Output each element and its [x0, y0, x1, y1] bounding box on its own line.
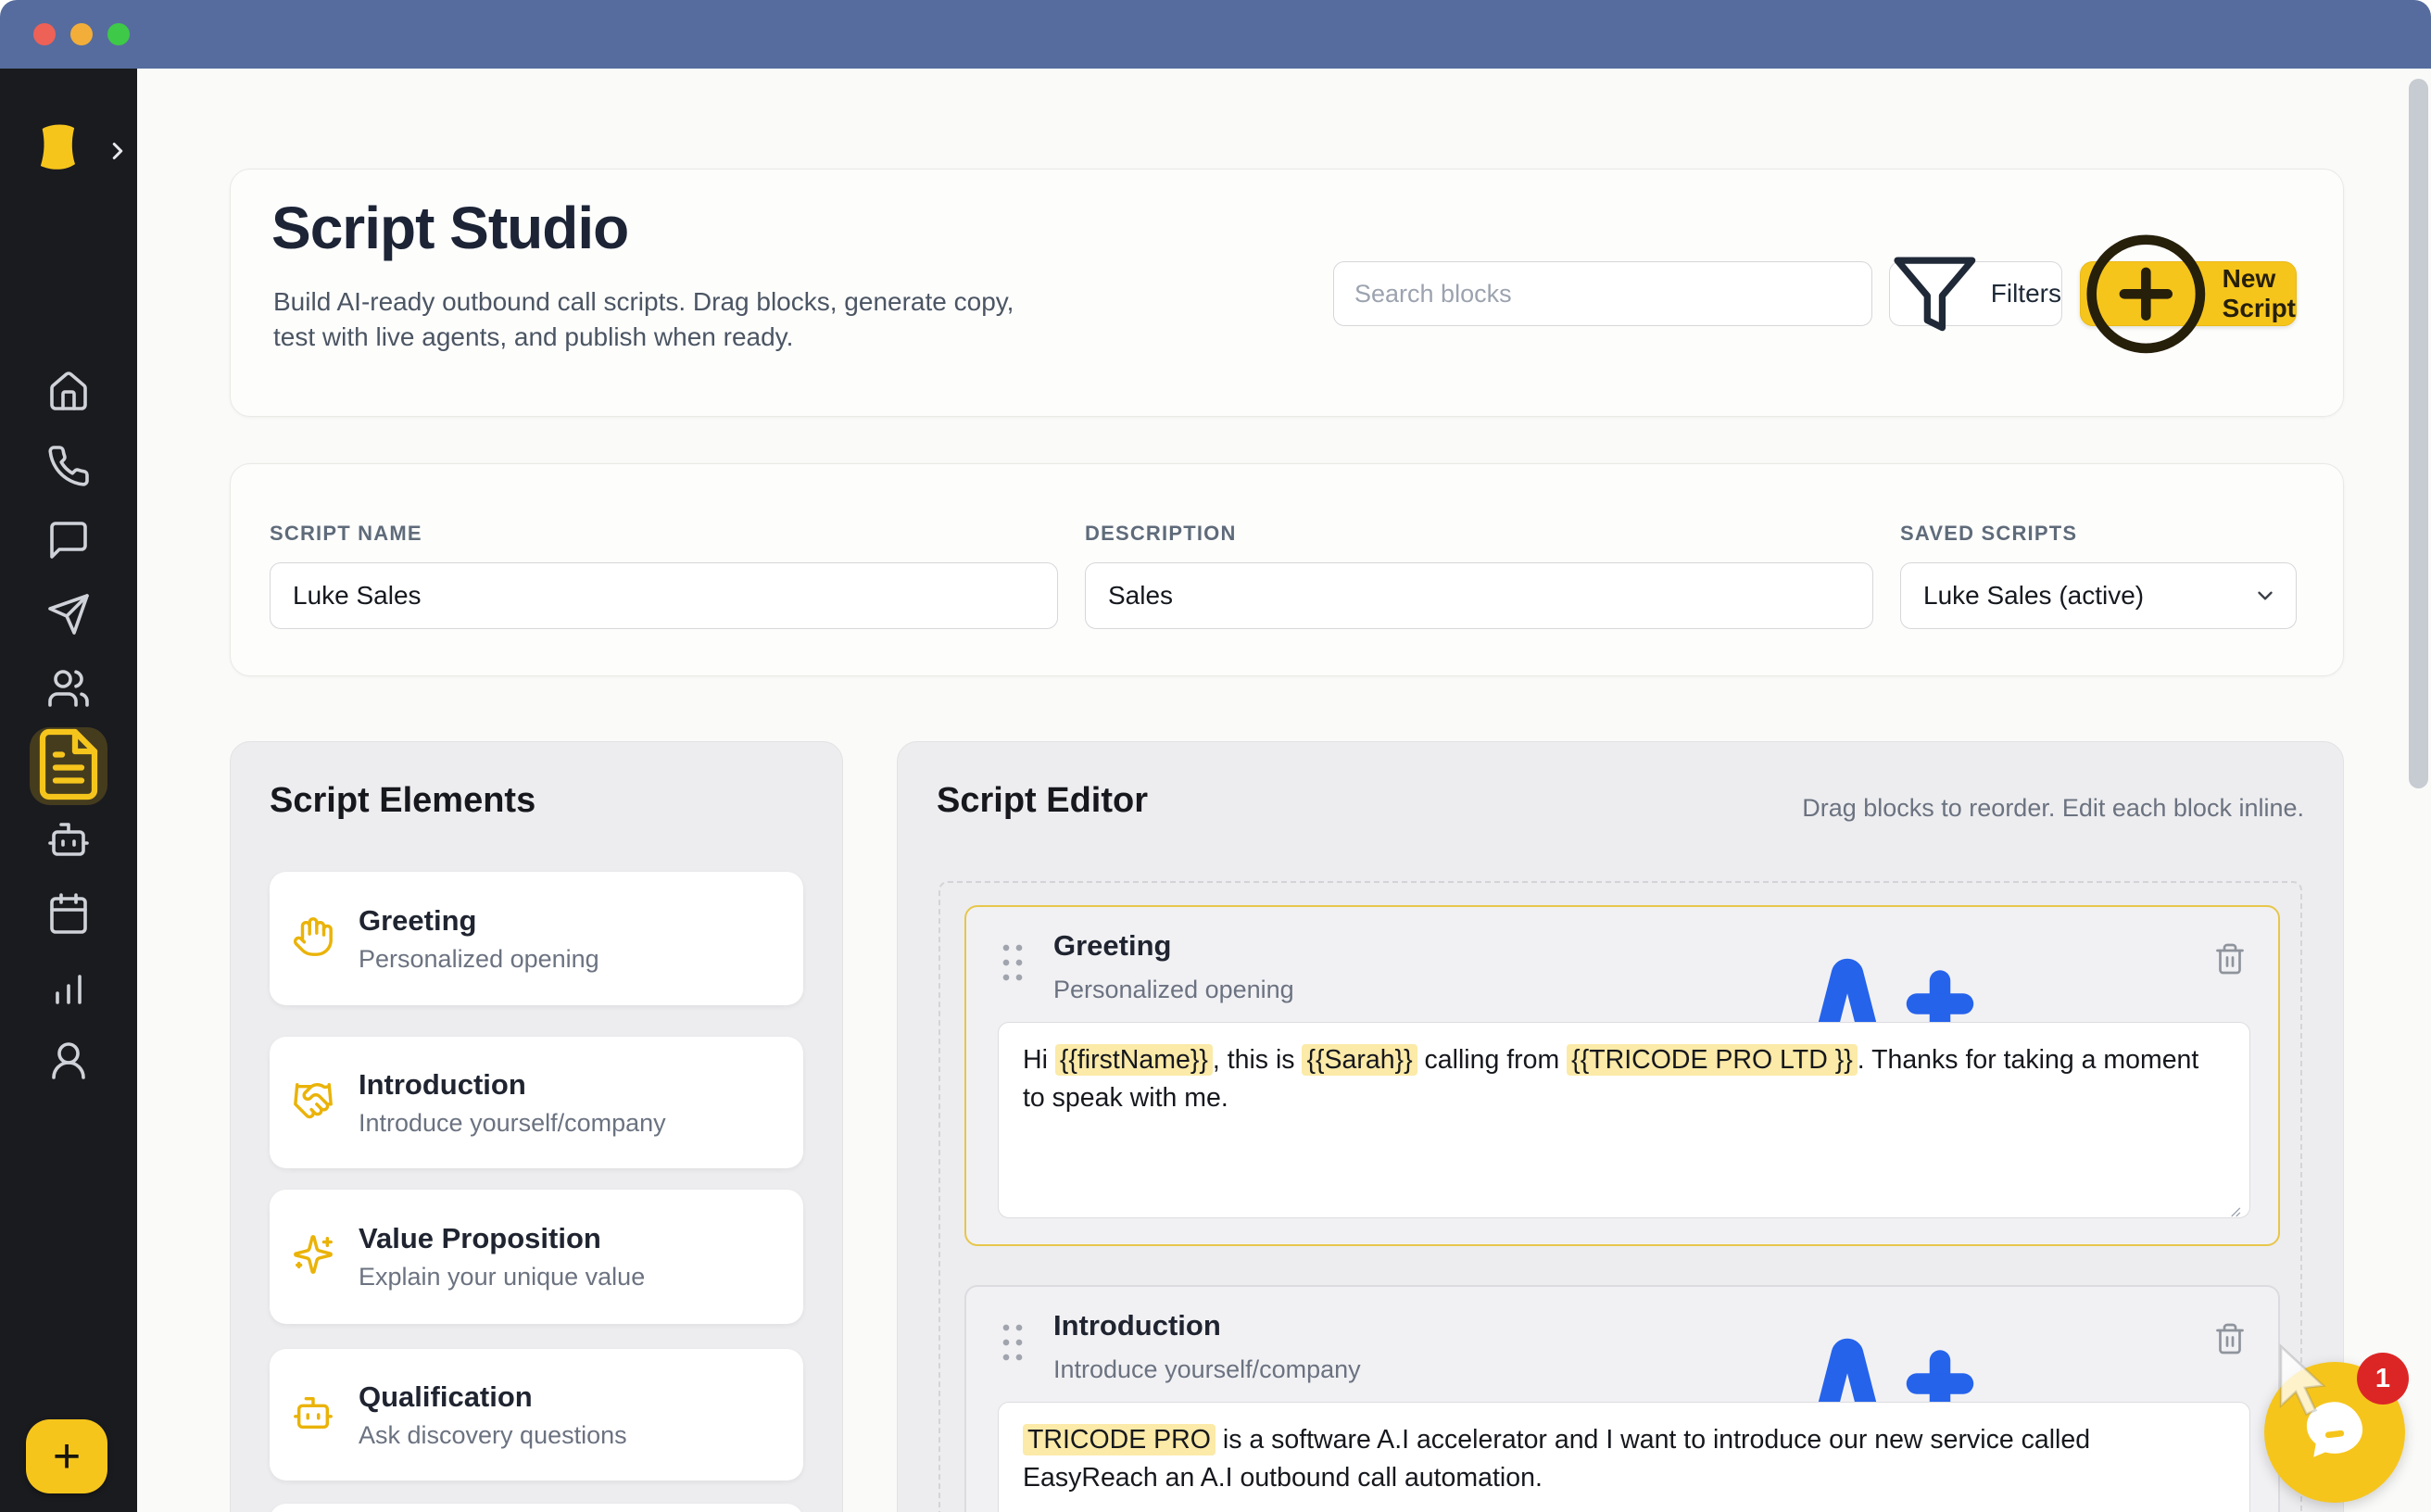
delete-block-button[interactable]: [2213, 1322, 2247, 1355]
zoom-window-button[interactable]: [107, 23, 130, 45]
bot-icon: [46, 817, 91, 866]
drag-handle-icon[interactable]: [1000, 940, 1025, 984]
element-card-greeting[interactable]: Greeting Personalized opening: [270, 872, 803, 1005]
main-content: Script Studio Build AI-ready outbound ca…: [137, 69, 2431, 1512]
filter-funnel-icon: [1890, 249, 1980, 339]
resize-handle-icon[interactable]: [2223, 1191, 2242, 1210]
trash-icon: [2213, 1343, 2247, 1359]
sidebar-add-button[interactable]: +: [26, 1419, 107, 1493]
saved-scripts-value: Luke Sales (active): [1923, 581, 2144, 611]
sparkles-icon: [292, 1233, 334, 1280]
plus-icon: +: [53, 1429, 81, 1484]
sidebar-item-calendar[interactable]: [46, 893, 91, 938]
bar-chart-icon: [46, 965, 91, 1014]
sidebar-item-analytics[interactable]: [46, 967, 91, 1012]
block-subtitle: Personalized opening: [1053, 976, 1294, 1004]
block-textarea[interactable]: Hi {{firstName}}, this is {{Sarah}} call…: [998, 1022, 2250, 1218]
script-name-input[interactable]: [270, 562, 1058, 629]
script-document-icon: [30, 725, 107, 808]
script-editor-panel: Script Editor Drag blocks to reorder. Ed…: [897, 741, 2344, 1512]
page-header-card: Script Studio Build AI-ready outbound ca…: [230, 169, 2344, 417]
user-icon: [46, 1039, 91, 1088]
element-title: Value Proposition: [359, 1222, 645, 1255]
sidebar-item-agents[interactable]: [46, 819, 91, 863]
script-meta-card: SCRIPT NAME DESCRIPTION SAVED SCRIPTS Lu…: [230, 463, 2344, 676]
sidebar-item-scripts-active[interactable]: [30, 727, 107, 805]
chat-widget-button[interactable]: 1: [2264, 1362, 2405, 1503]
script-editor-title: Script Editor: [937, 781, 1148, 821]
scrollbar-thumb[interactable]: [2409, 79, 2428, 788]
saved-scripts-select[interactable]: Luke Sales (active): [1900, 562, 2297, 629]
chevron-down-icon: [2253, 584, 2277, 608]
sidebar-item-profile[interactable]: [46, 1040, 91, 1085]
app-window: + Script Studio Build AI-ready outbound …: [0, 0, 2431, 1512]
element-card-qualification[interactable]: Qualification Ask discovery questions: [270, 1349, 803, 1480]
saved-scripts-label: SAVED SCRIPTS: [1900, 522, 2077, 546]
new-script-button[interactable]: New Script: [2080, 261, 2297, 326]
plus-circle-icon: [2081, 229, 2211, 359]
editor-block-greeting[interactable]: Greeting Personalized opening Refine wit…: [964, 905, 2280, 1246]
delete-block-button[interactable]: [2213, 942, 2247, 976]
window-titlebar: [0, 0, 2431, 69]
send-icon: [46, 592, 91, 641]
element-subtitle: Introduce yourself/company: [359, 1109, 666, 1138]
drag-handle-icon[interactable]: [1000, 1320, 1025, 1364]
sidebar-item-calls[interactable]: [46, 446, 91, 490]
element-title: Introduction: [359, 1068, 666, 1102]
block-title: Greeting: [1053, 929, 1171, 963]
element-card-partial[interactable]: [270, 1504, 803, 1512]
description-label: DESCRIPTION: [1085, 522, 1237, 546]
script-elements-panel: Script Elements Greeting Personalized op…: [230, 741, 843, 1512]
script-elements-title: Script Elements: [270, 781, 535, 821]
minimize-window-button[interactable]: [70, 23, 93, 45]
element-title: Qualification: [359, 1380, 627, 1414]
users-icon: [46, 666, 91, 715]
filters-button[interactable]: Filters: [1889, 261, 2062, 326]
sidebar-item-home[interactable]: [46, 372, 91, 416]
new-script-button-label: New Script: [2223, 264, 2296, 323]
description-input[interactable]: [1085, 562, 1873, 629]
editor-hint-text: Drag blocks to reorder. Edit each block …: [1802, 794, 2304, 823]
robot-icon: [292, 1392, 334, 1439]
sidebar-item-messages[interactable]: [46, 520, 91, 564]
element-subtitle: Personalized opening: [359, 945, 599, 974]
calendar-icon: [46, 891, 91, 940]
sidebar: +: [0, 69, 137, 1512]
element-card-value-proposition[interactable]: Value Proposition Explain your unique va…: [270, 1190, 803, 1324]
phone-icon: [46, 444, 91, 493]
script-name-label: SCRIPT NAME: [270, 522, 422, 546]
search-input[interactable]: [1333, 261, 1872, 326]
block-textarea[interactable]: TRICODE PRO is a software A.I accelerato…: [998, 1402, 2250, 1512]
block-title: Introduction: [1053, 1309, 1221, 1342]
block-subtitle: Introduce yourself/company: [1053, 1355, 1361, 1384]
sidebar-item-campaigns[interactable]: [46, 594, 91, 638]
page-subtitle: Build AI-ready outbound call scripts. Dr…: [273, 284, 1024, 355]
brand-logo-icon[interactable]: [31, 120, 84, 174]
home-icon: [46, 370, 91, 419]
element-title: Greeting: [359, 904, 599, 938]
chat-notification-badge: 1: [2357, 1353, 2409, 1405]
chat-bubble-icon: [46, 518, 91, 567]
close-window-button[interactable]: [33, 23, 56, 45]
editor-block-introduction[interactable]: Introduction Introduce yourself/company …: [964, 1285, 2280, 1512]
element-subtitle: Ask discovery questions: [359, 1421, 627, 1450]
element-card-introduction[interactable]: Introduction Introduce yourself/company: [270, 1037, 803, 1168]
sidebar-expand-button[interactable]: [104, 137, 132, 165]
page-title: Script Studio: [271, 194, 628, 262]
filters-button-label: Filters: [1991, 279, 2061, 309]
element-subtitle: Explain your unique value: [359, 1263, 645, 1292]
editor-dropzone: Greeting Personalized opening Refine wit…: [938, 881, 2302, 1512]
mouse-cursor-icon: [2261, 1338, 2342, 1419]
hand-icon: [292, 915, 334, 963]
sidebar-item-contacts[interactable]: [46, 668, 91, 712]
handshake-icon: [292, 1079, 334, 1127]
trash-icon: [2213, 964, 2247, 979]
chevron-right-icon: [104, 137, 132, 165]
